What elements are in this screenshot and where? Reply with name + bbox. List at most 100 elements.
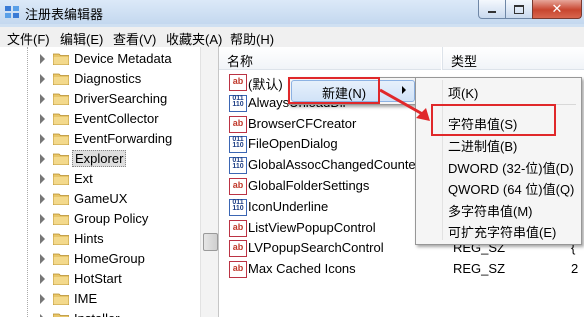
submenu-item[interactable]: 可扩充字符串值(E)	[448, 222, 556, 241]
folder-icon	[53, 133, 69, 145]
tree-item[interactable]: Diagnostics	[0, 69, 200, 89]
menu-help[interactable]: 帮助(H)	[230, 29, 274, 48]
tree-item[interactable]: Explorer	[0, 149, 200, 169]
folder-icon	[53, 233, 69, 245]
tree-item[interactable]: Ext	[0, 169, 200, 189]
list-row[interactable]: ab Max Cached Icons REG_SZ 2	[219, 258, 584, 279]
expand-arrow-icon[interactable]	[40, 134, 45, 144]
tree-item-label: Installer	[74, 311, 120, 317]
tree-item[interactable]: Installer	[0, 309, 200, 317]
value-data: 2	[571, 261, 579, 277]
folder-icon	[53, 193, 69, 205]
registry-tree[interactable]: Device Metadata Diagnostics DriverSearchin…	[0, 47, 219, 317]
menu-file[interactable]: 文件(F)	[7, 29, 50, 48]
string-value-icon: ab	[229, 115, 247, 133]
binary-value-icon: 011 110	[229, 198, 247, 216]
close-button[interactable]: ✕	[532, 0, 582, 19]
tree-scrollbar-thumb[interactable]	[203, 233, 218, 251]
value-name: (默认)	[248, 77, 283, 92]
tree-item-label: EventCollector	[74, 111, 159, 126]
tree-item-label: Device Metadata	[74, 51, 172, 66]
tree-item-label: DriverSearching	[74, 91, 168, 106]
tree-item-label: Diagnostics	[74, 71, 142, 86]
value-name: FileOpenDialog	[248, 136, 338, 152]
tree-item[interactable]: Hints	[0, 229, 200, 249]
menu-edit[interactable]: 编辑(E)	[60, 29, 103, 48]
tree-item-label: Group Policy	[74, 211, 149, 226]
registry-editor-icon	[5, 6, 19, 18]
column-header-type[interactable]: 类型	[442, 47, 584, 70]
value-type: REG_SZ	[453, 261, 506, 277]
binary-value-icon: 011 110	[229, 136, 247, 154]
value-name: GlobalAssocChangedCounter	[248, 157, 420, 173]
value-name: LVPopupSearchControl	[248, 240, 384, 256]
tree-item-label: HotStart	[74, 271, 122, 286]
expand-arrow-icon[interactable]	[40, 214, 45, 224]
expand-arrow-icon[interactable]	[40, 294, 45, 304]
value-name: BrowserCFCreator	[248, 115, 357, 131]
submenu-item[interactable]: DWORD (32-位)值(D)	[448, 158, 574, 177]
annotation-arrow	[379, 88, 430, 121]
folder-icon	[53, 293, 69, 305]
value-name: GlobalFolderSettings	[248, 178, 370, 193]
tree-item[interactable]: EventCollector	[0, 109, 200, 129]
value-name: Max Cached Icons	[248, 261, 356, 277]
tree-item[interactable]: HotStart	[0, 269, 200, 289]
submenu-item[interactable]: 多字符串值(M)	[448, 201, 533, 220]
menu-separator	[446, 104, 576, 105]
menu-new-label: 新建(N)	[322, 86, 367, 101]
tree-item[interactable]: EventForwarding	[0, 129, 200, 149]
tree-scrollbar[interactable]	[200, 47, 218, 317]
tree-item[interactable]: HomeGroup	[0, 249, 200, 269]
tree-item[interactable]: Device Metadata	[0, 49, 200, 69]
close-icon: ✕	[551, 1, 563, 16]
submenu-item[interactable]: 项(K)	[448, 83, 478, 102]
column-header-type-label: 类型	[451, 54, 478, 69]
expand-arrow-icon[interactable]	[40, 194, 45, 204]
new-submenu: 项(K) 字符串值(S) 二进制值(B) DWORD (32-位)值(D) QWORD …	[415, 77, 582, 245]
tree-item-label: Hints	[74, 231, 104, 246]
string-value-icon: ab	[229, 240, 247, 258]
title-bar: 注册表编辑器 ✕	[0, 0, 584, 24]
binary-value-icon: 011 110	[229, 94, 247, 112]
tree-item[interactable]: Group Policy	[0, 209, 200, 229]
tree-item[interactable]: GameUX	[0, 189, 200, 209]
window-title: 注册表编辑器	[25, 7, 104, 22]
tree-guide-line	[27, 47, 28, 317]
tree-item[interactable]: IME	[0, 289, 200, 309]
string-value-icon: ab	[229, 261, 247, 279]
folder-icon	[53, 273, 69, 285]
tree-item-label: GameUX	[74, 191, 128, 206]
expand-arrow-icon[interactable]	[40, 174, 45, 184]
expand-arrow-icon[interactable]	[40, 234, 45, 244]
column-header-name[interactable]: 名称	[219, 47, 441, 70]
expand-arrow-icon[interactable]	[40, 254, 45, 264]
tree-item-label: EventForwarding	[74, 131, 173, 146]
menu-view[interactable]: 查看(V)	[113, 29, 156, 48]
submenu-item[interactable]: 二进制值(B)	[448, 136, 517, 155]
column-header-name-label: 名称	[227, 54, 254, 69]
submenu-item[interactable]: QWORD (64 位)值(Q)	[448, 179, 574, 198]
folder-icon	[53, 73, 69, 85]
expand-arrow-icon[interactable]	[40, 94, 45, 104]
menu-favorites[interactable]: 收藏夹(A)	[166, 29, 222, 48]
minimize-icon	[488, 11, 496, 13]
folder-icon	[53, 213, 69, 225]
string-value-icon: ab	[229, 74, 247, 91]
expand-arrow-icon[interactable]	[40, 114, 45, 124]
menu-bar: 文件(F) 编辑(E) 查看(V) 收藏夹(A) 帮助(H)	[0, 27, 584, 48]
folder-icon	[53, 173, 69, 185]
tree-item[interactable]: DriverSearching	[0, 89, 200, 109]
maximize-button[interactable]	[505, 0, 533, 19]
folder-icon	[53, 93, 69, 105]
submenu-item[interactable]: 字符串值(S)	[448, 114, 517, 133]
minimize-button[interactable]	[478, 0, 506, 19]
maximize-icon	[514, 4, 524, 14]
expand-arrow-icon[interactable]	[40, 74, 45, 84]
tree-item-label: Explorer	[72, 150, 127, 167]
expand-arrow-icon[interactable]	[40, 154, 45, 164]
expand-arrow-icon[interactable]	[40, 274, 45, 284]
value-name: ListViewPopupControl	[248, 219, 376, 235]
expand-arrow-icon[interactable]	[40, 54, 45, 64]
tree-item-label: Ext	[74, 171, 93, 186]
